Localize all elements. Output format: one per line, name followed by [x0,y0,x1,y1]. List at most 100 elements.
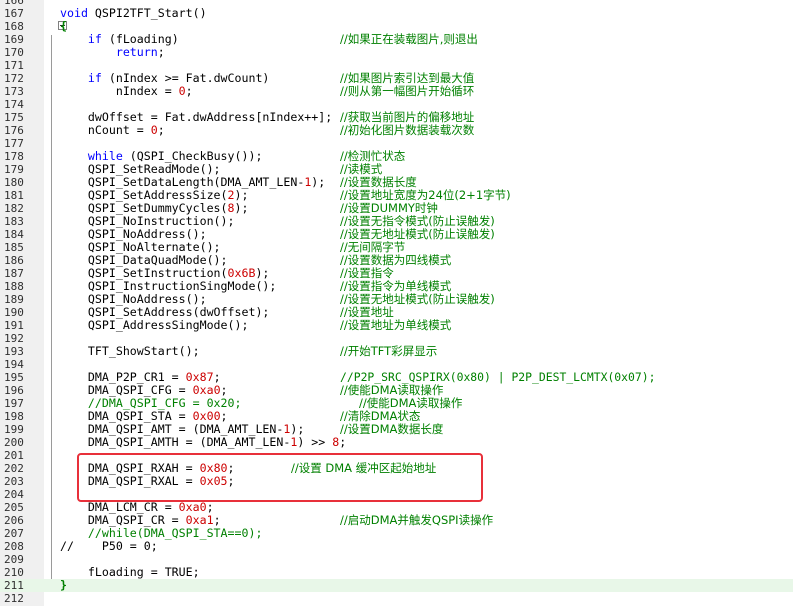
code-token: DMA_QSPI_STA = [60,409,193,423]
code-text: } [60,579,67,592]
code-line[interactable]: 210 fLoading = TRUE; [0,565,793,580]
code-token: QSPI_NoAlternate(); [60,240,221,254]
line-number: 204 [4,488,24,501]
line-number: 175 [4,111,24,124]
code-line[interactable]: 200 DMA_QSPI_AMTH = (DMA_AMT_LEN-1) >> 8… [0,436,793,450]
code-editor[interactable]: 166 167 void QSPI2TFT_Start() 168 {169 if (f… [0,0,793,606]
line-number: 186 [4,254,24,267]
code-token: //while(DMA_QSPI_STA==0); [60,526,263,540]
line-number: 189 [4,293,24,306]
code-token: QSPI2TFT_Start() [94,6,207,20]
line-number: 177 [4,137,24,150]
line-number: 198 [4,410,24,423]
code-token: 0x87 [185,370,214,384]
line-number: 197 [4,397,24,410]
line-number: 176 [4,124,24,137]
code-token: DMA_QSPI_AMT = (DMA_AMT_LEN- [60,422,284,436]
line-number: 181 [4,189,24,202]
code-line[interactable]: 208 // P50 = 0; [0,540,793,554]
line-number: 200 [4,436,24,449]
code-token: 0x00 [192,409,221,423]
code-token: ; [185,84,193,98]
line-number: 203 [4,475,24,488]
code-line[interactable]: 193 TFT_ShowStart(); //开始TFT彩屏显示 [0,344,793,359]
code-token: 0xa0 [192,383,221,397]
code-token: DMA_LCM_CR = [60,500,179,514]
code-line[interactable]: 173 nIndex = 0; //则从第一幅图片开始循环 [0,84,793,99]
code-token: ); [255,266,270,280]
code-token: (QSPI_CheckBusy()); [122,149,263,163]
code-line[interactable]: 211} [0,579,793,592]
code-token: QSPI_AddressSingMode(); [60,318,249,332]
code-token: 0 [150,123,158,137]
line-number: 192 [4,332,24,345]
code-line[interactable]: 212 [0,592,793,605]
line-number: 172 [4,72,24,85]
code-token: ) >> [297,435,333,449]
line-number: 190 [4,306,24,319]
line-number: 201 [4,449,24,462]
code-token: ); [234,201,249,215]
code-token: // P50 = 0; [60,539,158,553]
code-token: while [87,149,123,163]
line-number: 212 [4,592,24,605]
code-text: DMA_QSPI_AMTH = (DMA_AMT_LEN-1) >> 8; [60,436,346,449]
code-token: if [87,71,102,85]
code-token: ); [311,175,326,189]
code-token: 0xa1 [185,513,214,527]
code-comment: //设置地址为单线模式 [340,318,452,332]
code-token: nIndex = [60,84,179,98]
line-number: 191 [4,319,24,332]
code-token: (nIndex >= Fat.dwCount) [101,71,270,85]
code-token: ; [157,123,165,137]
line-number: 211 [4,579,24,592]
code-token: (fLoading) [101,32,179,46]
code-token: return [115,45,158,59]
code-text: nIndex = 0; [60,85,193,98]
code-token: QSPI_InstructionSingMode(); [60,279,277,293]
code-token: QSPI_DataQuadMode(); [60,253,228,267]
line-number: 183 [4,215,24,228]
code-token: ; [220,409,228,423]
line-number: 171 [4,59,24,72]
code-token: DMA_QSPI_CR = [60,513,186,527]
code-token: } [60,578,67,592]
code-token: QSPI_SetReadMode(); [60,162,221,176]
code-token: dwOffset = Fat.dwAddress[nIndex++]; [60,110,333,124]
code-text: return; [60,46,165,59]
line-number: 187 [4,267,24,280]
code-text: // P50 = 0; [60,540,158,553]
line-number: 173 [4,85,24,98]
code-token: 0 [178,84,186,98]
line-number: 168 [4,20,24,33]
code-comment: //则从第一幅图片开始循环 [340,84,475,98]
code-token: { [60,19,67,33]
code-token: 0x6B [227,266,256,280]
code-token: //DMA_QSPI_CFG = 0x20; [60,396,242,410]
code-line[interactable]: 170 return; [0,46,793,60]
line-number: 178 [4,150,24,163]
code-token: fLoading = TRUE; [60,565,200,579]
code-token: ; [213,370,221,384]
code-token: ); [234,188,249,202]
code-token: 2 [227,188,235,202]
line-number: 194 [4,358,24,371]
line-number: 205 [4,501,24,514]
code-line[interactable]: 167 void QSPI2TFT_Start() [0,6,793,21]
code-line[interactable]: 191 QSPI_AddressSingMode(); //设置地址为单线模式 [0,318,793,333]
code-token: 8 [227,201,235,215]
line-number: 174 [4,98,24,111]
code-token: QSPI_NoAddress(); [60,227,207,241]
code-token: nCount = [60,123,151,137]
line-number: 166 [4,0,24,7]
code-comment: //启动DMA并触发QSPI读操作 [340,513,494,527]
line-number: 210 [4,566,24,579]
code-token: DMA_QSPI_AMTH = (DMA_AMT_LEN- [60,435,291,449]
code-line[interactable]: 176 nCount = 0; //初始化图片数据装载次数 [0,123,793,138]
code-token: ; [206,500,214,514]
code-token: TFT_ShowStart(); [60,344,200,358]
line-number: 207 [4,527,24,540]
